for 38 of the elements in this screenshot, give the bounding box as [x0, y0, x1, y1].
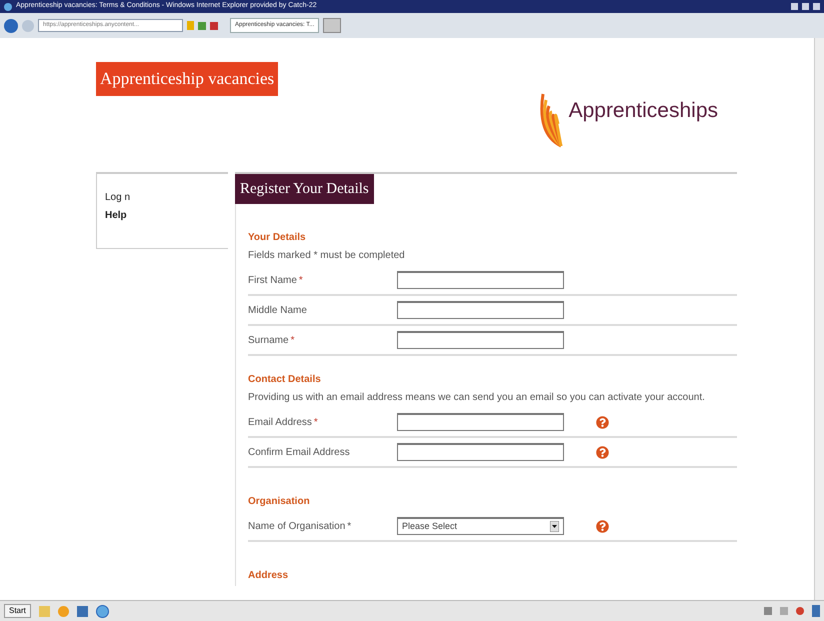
- network-icon[interactable]: [796, 607, 804, 615]
- field-label: Middle Name: [248, 304, 307, 318]
- dropdown-arrow-icon: [550, 521, 559, 532]
- section-heading: Contact Details: [248, 373, 322, 387]
- section-heading: Organisation: [248, 495, 311, 509]
- page-heading: Register Your Details: [235, 174, 374, 204]
- sidebar-link[interactable]: Help: [105, 208, 228, 222]
- ie-icon: [4, 2, 12, 10]
- required-marker: *: [290, 334, 294, 348]
- organisation-select[interactable]: Please Select: [397, 517, 564, 535]
- text-field[interactable]: [397, 301, 564, 319]
- required-marker: *: [347, 520, 352, 534]
- field-label: Confirm Email Address: [248, 446, 350, 460]
- sidebar-link[interactable]: Log n: [105, 190, 228, 204]
- back-button[interactable]: [4, 18, 18, 32]
- section-heading: Your Details: [248, 231, 307, 245]
- section-heading: Address: [248, 569, 290, 583]
- help-icon[interactable]: [596, 416, 609, 428]
- scrollbar[interactable]: [814, 38, 824, 600]
- ie-taskbar-icon[interactable]: [96, 604, 109, 618]
- field-label: First Name: [248, 274, 297, 288]
- text-field[interactable]: [397, 443, 564, 461]
- required-marker: *: [298, 274, 303, 288]
- field-label: Surname: [248, 334, 289, 348]
- help-icon[interactable]: [596, 520, 609, 532]
- help-icon[interactable]: [596, 446, 609, 458]
- text-field[interactable]: [397, 413, 564, 431]
- logo-text: Apprenticeships: [568, 98, 718, 124]
- required-marker: *: [314, 416, 318, 430]
- site-banner: Apprenticeship vacancies: [96, 62, 278, 96]
- field-label: Name of Organisation: [248, 520, 346, 534]
- text-field[interactable]: [397, 271, 564, 289]
- start-button[interactable]: Start: [4, 604, 31, 618]
- new-tab-button[interactable]: [323, 18, 342, 33]
- text-field[interactable]: [397, 331, 564, 349]
- section-note: Fields marked * must be completed: [248, 249, 406, 263]
- section-note: Providing us with an email address means we can send you an email so you can activate your account.: [248, 391, 706, 405]
- field-label: Email Address: [248, 416, 312, 430]
